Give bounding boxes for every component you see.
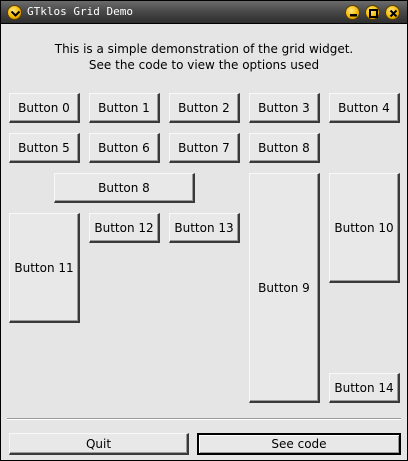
description-line-1: This is a simple demonstration of the gr…	[54, 42, 354, 56]
button-7[interactable]: Button 7	[169, 133, 240, 163]
description-line-2: See the code to view the options used	[88, 58, 320, 72]
see-code-button[interactable]: See code	[197, 433, 401, 455]
button-1[interactable]: Button 1	[89, 93, 160, 123]
minimize-icon[interactable]	[345, 5, 360, 20]
button-10[interactable]: Button 10	[329, 173, 400, 283]
button-12[interactable]: Button 12	[89, 213, 160, 243]
button-8-wide[interactable]: Button 8	[54, 173, 195, 203]
button-14[interactable]: Button 14	[329, 373, 400, 403]
title-bar[interactable]: GTklos Grid Demo	[1, 1, 407, 24]
button-5[interactable]: Button 5	[9, 133, 80, 163]
separator	[7, 418, 401, 420]
maximize-icon[interactable]	[365, 5, 380, 20]
close-icon[interactable]	[385, 5, 400, 20]
button-2[interactable]: Button 2	[169, 93, 240, 123]
button-0[interactable]: Button 0	[9, 93, 80, 123]
button-4[interactable]: Button 4	[329, 93, 400, 123]
button-8-small[interactable]: Button 8	[249, 133, 320, 163]
button-9[interactable]: Button 9	[249, 173, 320, 403]
quit-button[interactable]: Quit	[9, 433, 189, 455]
button-6[interactable]: Button 6	[89, 133, 160, 163]
window-title: GTklos Grid Demo	[27, 5, 133, 18]
button-11[interactable]: Button 11	[9, 213, 80, 323]
chevron-down-icon[interactable]	[7, 5, 22, 20]
description: This is a simple demonstration of the gr…	[1, 41, 407, 73]
button-13[interactable]: Button 13	[169, 213, 240, 243]
app-window: GTklos Grid Demo This is a simple demons…	[0, 0, 408, 461]
button-3[interactable]: Button 3	[249, 93, 320, 123]
